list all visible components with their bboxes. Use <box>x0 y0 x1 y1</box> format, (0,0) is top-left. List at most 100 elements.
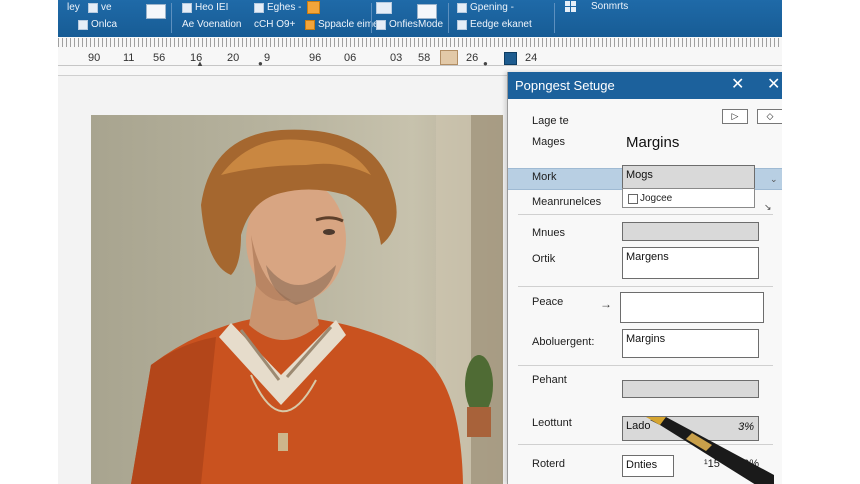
text-icon <box>457 19 467 30</box>
aboluergent-field[interactable]: Margins <box>622 329 759 358</box>
portrait-image <box>131 115 503 484</box>
ribbon-item-mode[interactable]: Mode <box>418 19 443 30</box>
ruler-margin-handle[interactable] <box>440 50 458 65</box>
pen-icon <box>646 417 774 484</box>
highlight-icon <box>307 1 320 14</box>
page-box-icon <box>146 4 166 19</box>
label-pehant: Pehant <box>532 374 567 386</box>
label-ortik: Ortik <box>532 253 556 265</box>
dialog-title-bar[interactable]: Popngest Setuge ✕ ✕ <box>508 72 782 99</box>
page-setup-dialog: Popngest Setuge ✕ ✕ ▷ ◇ Lage te Mages Ma… <box>507 72 782 484</box>
ribbon-item-box[interactable] <box>146 4 166 19</box>
ribbon-item-ley[interactable]: ley <box>67 2 80 13</box>
divider <box>518 365 773 366</box>
word-processor-window: ley ve Onlca Heo IEI Eghes - Ae Voenatio… <box>58 0 782 484</box>
divider <box>518 286 773 287</box>
label-mages: Mages <box>532 136 566 148</box>
doc-icon <box>78 19 88 30</box>
checkbox[interactable] <box>628 194 638 204</box>
dropdown-option-label: Jogcee <box>640 193 673 204</box>
pehant-field[interactable] <box>622 380 759 398</box>
mnues-field[interactable] <box>622 222 759 241</box>
ruler-number: 58 <box>418 52 431 64</box>
ruler-number: 24 <box>525 52 538 64</box>
ruler-number: 06 <box>344 52 357 64</box>
chevron-down-icon[interactable]: ⌄ <box>770 174 778 185</box>
close-icon[interactable]: ✕ <box>767 75 780 95</box>
ruler-number: 26 <box>466 52 479 64</box>
ribbon-item-label: cCH O9+ <box>254 19 296 30</box>
label-mnues: Mnues <box>532 227 566 239</box>
ribbon-item-label: Onfies <box>389 19 418 30</box>
label-leottunt: Leottunt <box>532 417 572 429</box>
ribbon-item-sonmrts[interactable]: Sonmrts <box>565 1 628 12</box>
ribbon-item-ve[interactable]: ve <box>88 2 112 13</box>
ribbon-item-label: Heo IEI <box>195 2 229 13</box>
ribbon-item-eedge[interactable]: Eedge ekanet <box>457 19 532 30</box>
ruler-number: 03 <box>390 52 403 64</box>
ruler-number: 11 <box>123 52 135 64</box>
ruler-number: 96 <box>309 52 322 64</box>
close-icon[interactable]: ✕ <box>731 75 744 95</box>
label-meanrunelces: Meanrunelces <box>532 196 602 208</box>
margins-heading: Margins <box>626 134 680 151</box>
spacing-icon <box>305 19 315 30</box>
ruler-number: 56 <box>153 52 166 64</box>
ruler-number: 9 <box>264 52 271 64</box>
layout-box-icon <box>417 4 437 19</box>
ruler-tab-selector[interactable] <box>504 52 517 65</box>
ribbon-separator <box>448 3 449 33</box>
mogs-dropdown[interactable]: Mogs <box>622 165 755 189</box>
ribbon-separator <box>554 3 555 33</box>
horizontal-ruler[interactable]: 90 11 56 16 20 9 96 06 03 58 26 24 ▲ ● ● <box>58 37 782 76</box>
ribbon-item-voenation[interactable]: Ae Voenation <box>182 19 242 30</box>
ribbon-item-label: Eedge ekanet <box>470 19 532 30</box>
ruler-tab-marker[interactable]: ● <box>258 59 263 68</box>
label-lage: Lage te <box>532 115 569 127</box>
ribbon-item-label: ve <box>101 2 112 13</box>
doc-icon <box>182 2 192 13</box>
ribbon-item-eghes[interactable]: Eghes - <box>254 2 301 13</box>
dropdown-option[interactable]: Jogcee <box>622 188 755 208</box>
ribbon-item-label: Onlca <box>91 19 118 30</box>
ribbon-separator <box>371 3 372 33</box>
ribbon-item-heo[interactable]: Heo IEI <box>182 2 228 13</box>
resize-mark: ↘ <box>764 202 772 212</box>
ribbon-toolbar: ley ve Onlca Heo IEI Eghes - Ae Voenatio… <box>58 0 782 38</box>
ortik-field[interactable]: Margens <box>622 247 759 279</box>
label-roterd: Roterd <box>532 458 566 470</box>
ribbon-item-gpening[interactable]: Gpening - <box>457 2 514 13</box>
ribbon-item-orange[interactable] <box>307 1 320 14</box>
text-icon <box>88 2 98 13</box>
ribbon-item-box2[interactable] <box>417 4 437 19</box>
peace-field[interactable] <box>620 292 764 323</box>
arrow-right-icon: → <box>600 297 612 311</box>
label-mork: Mork <box>532 171 557 183</box>
label-aboluergent: Aboluergent: <box>532 336 595 348</box>
style-icon <box>254 2 264 13</box>
divider <box>518 214 773 215</box>
ribbon-separator <box>171 3 172 33</box>
ruler-number: 90 <box>88 52 101 64</box>
label-peace: Peace <box>532 296 564 308</box>
ruler-ticks <box>58 38 782 47</box>
ruler-indent-marker[interactable]: ▲ <box>196 59 204 68</box>
ribbon-item-toggle[interactable] <box>376 2 392 14</box>
ribbon-item-label: Sonmrts <box>591 1 629 12</box>
ribbon-item-label: Mode <box>418 19 444 30</box>
ribbon-item-label: Sppacle eimes <box>318 19 384 30</box>
ribbon-item-label: Ae Voenation <box>182 19 242 30</box>
ribbon-item-onlca[interactable]: Onlca <box>78 19 117 30</box>
dialog-title: Popngest Setuge <box>515 78 615 93</box>
ribbon-item-label: Eghes - <box>267 2 302 13</box>
ribbon-item-label: ley <box>67 2 80 13</box>
ruler-number: 20 <box>227 52 240 64</box>
ribbon-item-onfies[interactable]: Onfies <box>376 19 418 30</box>
grid-icon <box>565 1 576 12</box>
ribbon-item-cch[interactable]: cCH O9+ <box>254 19 295 30</box>
ruler-tab-marker[interactable]: ● <box>483 59 488 68</box>
document-photo[interactable] <box>91 115 503 484</box>
nav-diamond-button[interactable]: ◇ <box>757 109 782 124</box>
nav-forward-button[interactable]: ▷ <box>722 109 748 124</box>
ribbon-item-label: Gpening - <box>470 2 514 13</box>
